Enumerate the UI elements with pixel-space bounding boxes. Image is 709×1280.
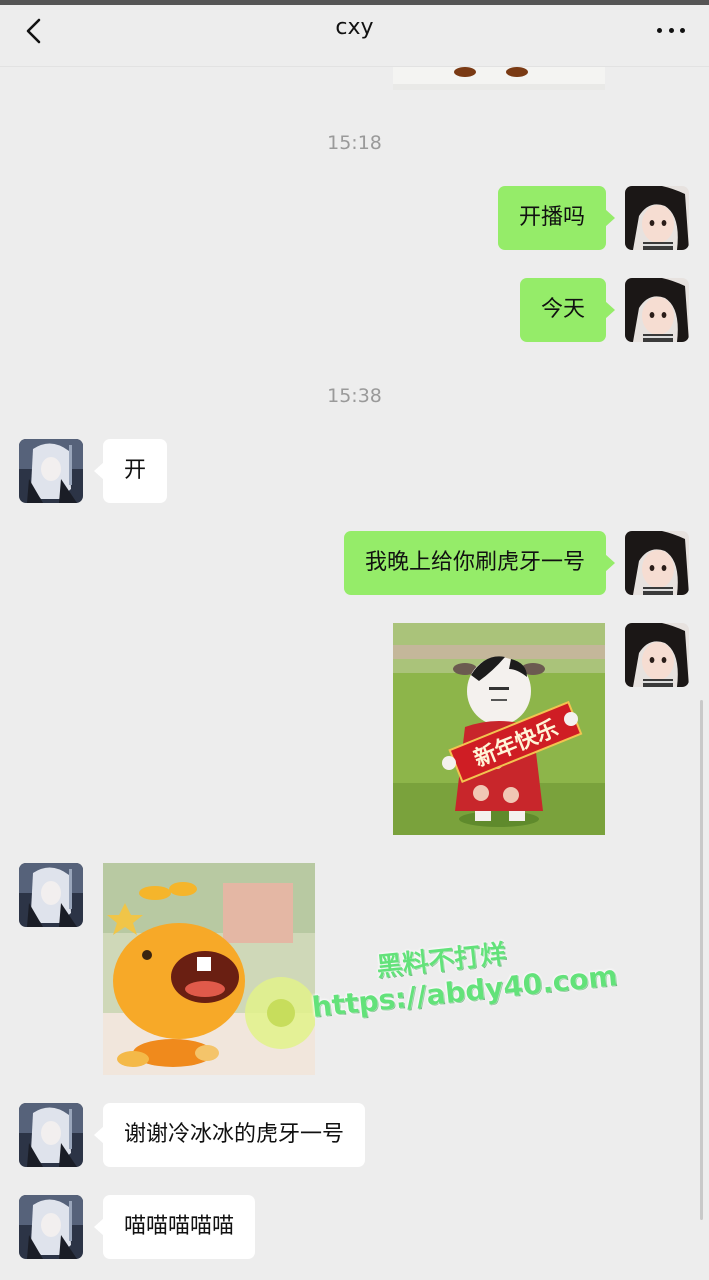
timestamp: 15:18 bbox=[327, 132, 382, 154]
more-button[interactable] bbox=[653, 16, 689, 44]
avatar-contact[interactable] bbox=[19, 439, 83, 503]
scrollbar[interactable] bbox=[700, 700, 703, 1220]
avatar-self[interactable] bbox=[625, 623, 689, 687]
message-bubble-received[interactable]: 谢谢冷冰冰的虎牙一号 bbox=[93, 1103, 366, 1167]
status-bar-edge bbox=[0, 0, 709, 5]
avatar-self[interactable] bbox=[625, 186, 689, 250]
message-bubble-received[interactable]: 开 bbox=[93, 439, 168, 503]
previous-sticker-image[interactable] bbox=[393, 66, 605, 90]
avatar-contact[interactable] bbox=[19, 1195, 83, 1259]
chat-title: cxy bbox=[335, 15, 374, 40]
avatar-contact[interactable] bbox=[19, 863, 83, 927]
avatar-contact[interactable] bbox=[19, 1103, 83, 1167]
message-bubble-sent[interactable]: 我晚上给你刷虎牙一号 bbox=[343, 531, 616, 595]
avatar-self[interactable] bbox=[625, 278, 689, 342]
avatar-self[interactable] bbox=[625, 531, 689, 595]
more-dots-icon bbox=[657, 27, 662, 33]
message-bubble-sent[interactable]: 开播吗 bbox=[497, 186, 616, 250]
timestamp: 15:38 bbox=[327, 385, 382, 407]
sticker-new-year-cow[interactable]: 新年快乐 bbox=[393, 623, 605, 835]
message-bubble-sent[interactable]: 今天 bbox=[519, 278, 616, 342]
navigation-bar: cxy bbox=[0, 0, 709, 67]
message-bubble-received[interactable]: 喵喵喵喵喵 bbox=[93, 1195, 256, 1259]
watermark: 黑料不打烊 https://abdy40.com bbox=[300, 922, 626, 1025]
